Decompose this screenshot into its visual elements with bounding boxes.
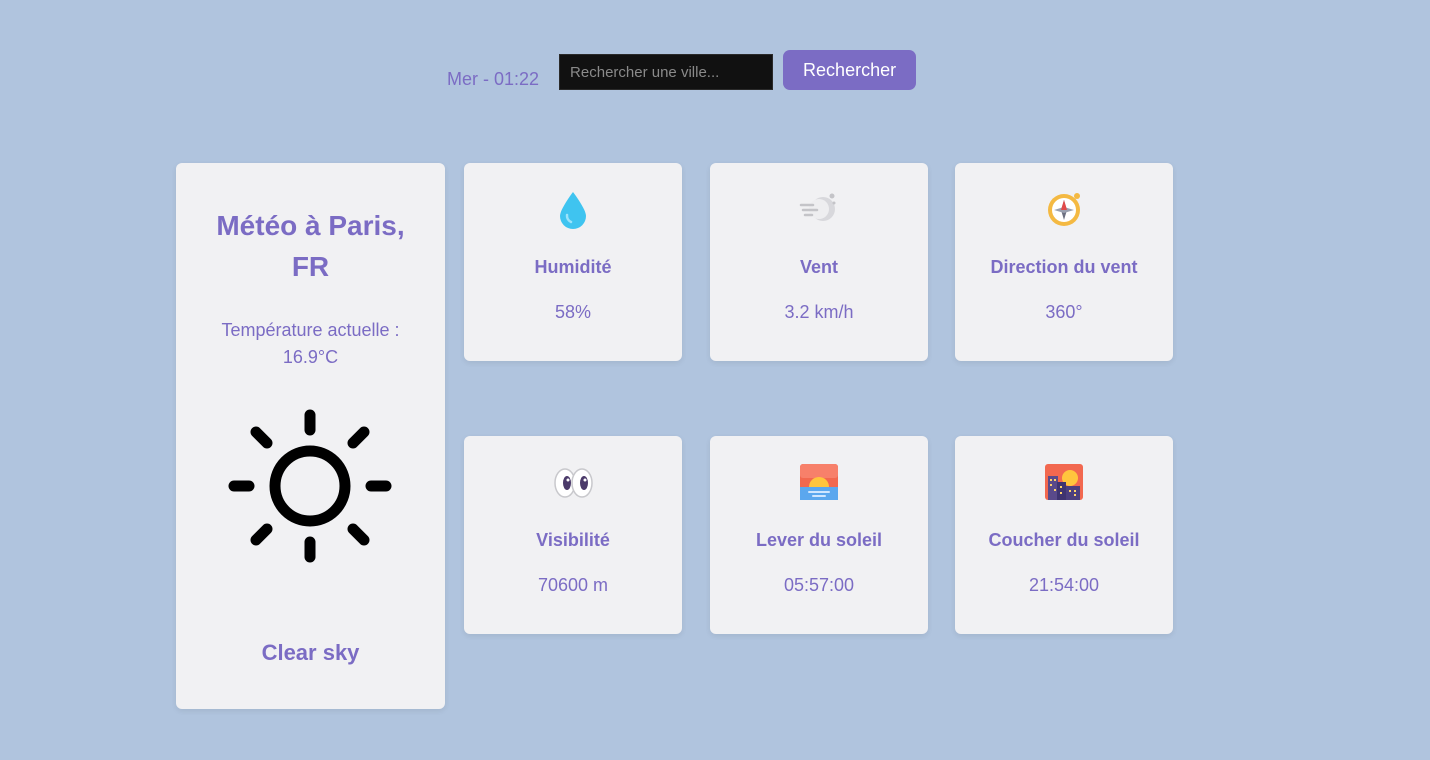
current-temperature: Température actuelle : 16.9°C bbox=[196, 317, 425, 371]
search-button[interactable]: Rechercher bbox=[783, 50, 917, 90]
sunset-city-icon bbox=[1044, 462, 1084, 502]
visibility-card: Visibilité 70600 m bbox=[464, 436, 682, 634]
sunrise-value: 05:57:00 bbox=[783, 575, 855, 595]
visibility-value: 70600 m bbox=[537, 575, 609, 595]
sunrise-icon bbox=[799, 462, 839, 502]
wind-direction-value: 360° bbox=[1045, 302, 1083, 322]
wind-direction-label: Direction du vent bbox=[990, 257, 1138, 277]
wind-label: Vent bbox=[799, 257, 838, 277]
sunrise-card: Lever du soleil 05:57:00 bbox=[710, 436, 928, 634]
current-weather-card: Météo à Paris, FR Température actuelle :… bbox=[176, 163, 445, 709]
current-datetime: Mer - 01:22 bbox=[447, 68, 540, 89]
temperature-value: 16.9°C bbox=[282, 347, 339, 367]
sunset-card: Coucher du soleil 21:54:00 bbox=[955, 436, 1173, 634]
wind-card: Vent 3.2 km/h bbox=[710, 163, 928, 361]
wind-icon bbox=[799, 189, 839, 229]
weather-condition: Clear sky bbox=[261, 640, 360, 665]
wind-direction-card: Direction du vent 360° bbox=[955, 163, 1173, 361]
city-title: Météo à Paris, FR bbox=[216, 210, 405, 282]
search-bar: Mer - 01:22 Rechercher bbox=[447, 50, 917, 90]
wind-value: 3.2 km/h bbox=[784, 302, 854, 322]
sunset-value: 21:54:00 bbox=[1028, 575, 1100, 595]
temperature-label: Température actuelle : bbox=[221, 320, 400, 340]
eyes-icon bbox=[553, 462, 593, 502]
visibility-label: Visibilité bbox=[536, 530, 610, 550]
sunset-label: Coucher du soleil bbox=[988, 530, 1140, 550]
humidity-label: Humidité bbox=[534, 257, 612, 277]
droplet-icon bbox=[553, 189, 593, 229]
humidity-value: 58% bbox=[554, 302, 592, 322]
sunrise-label: Lever du soleil bbox=[755, 530, 883, 550]
sun-icon bbox=[228, 406, 394, 566]
city-search-input[interactable] bbox=[559, 54, 774, 90]
compass-icon bbox=[1044, 189, 1084, 229]
humidity-card: Humidité 58% bbox=[464, 163, 682, 361]
